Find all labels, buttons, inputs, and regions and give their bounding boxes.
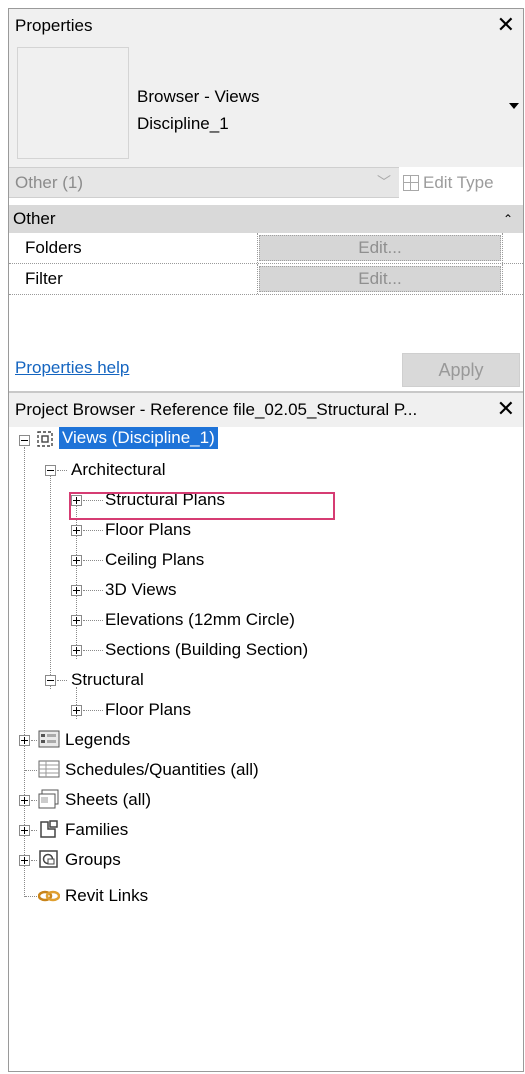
tree-node-revit-links[interactable]: Revit Links: [65, 885, 148, 907]
tree-node-groups[interactable]: Groups: [65, 849, 121, 871]
type-family-name: Browser - Views: [137, 87, 260, 106]
views-icon: [35, 429, 55, 449]
tree-node-3d-views[interactable]: 3D Views: [105, 579, 177, 601]
column-divider: [257, 233, 258, 263]
tree-node-elevations[interactable]: Elevations (12mm Circle): [105, 609, 295, 631]
tree-line: [57, 680, 67, 681]
tree-line: [31, 830, 37, 831]
expand-toggle-icon[interactable]: [71, 585, 82, 596]
properties-title: Properties: [15, 16, 93, 35]
tree-line: [83, 590, 103, 591]
collapse-toggle-icon[interactable]: [45, 675, 56, 686]
tree-root-views[interactable]: Views (Discipline_1): [59, 427, 218, 449]
column-divider: [502, 264, 503, 294]
browser-close-icon[interactable]: ✕: [497, 396, 515, 422]
apply-button[interactable]: Apply: [402, 353, 520, 387]
type-name-value: Discipline_1: [137, 114, 229, 133]
tree-node-architectural[interactable]: Architectural: [71, 459, 165, 481]
column-divider: [502, 233, 503, 263]
properties-title-bar: Properties ✕: [9, 9, 523, 43]
tree-node-structural-floor-plans[interactable]: Floor Plans: [105, 699, 191, 721]
tree-node-sections[interactable]: Sections (Building Section): [105, 639, 308, 661]
type-preview-image: [17, 47, 129, 159]
param-row-filter: Filter Edit...: [9, 264, 523, 295]
highlight-annotation-box: [69, 492, 335, 520]
type-name: Browser - Views Discipline_1: [137, 83, 260, 137]
param-label: Filter: [25, 269, 63, 288]
edit-type-label: Edit Type: [423, 172, 494, 192]
properties-and-browser-panel: Properties ✕ Browser - Views Discipline_…: [8, 8, 524, 1072]
tree-line: [83, 530, 103, 531]
collapse-toggle-icon[interactable]: [45, 465, 56, 476]
instance-filter-dropdown[interactable]: Other (1) ﹀: [9, 167, 399, 198]
tree-node-ceiling-plans[interactable]: Ceiling Plans: [105, 549, 204, 571]
tree-line: [83, 650, 103, 651]
tree-line: [31, 860, 37, 861]
param-group-label: Other: [13, 209, 56, 228]
instance-filter-value: Other (1): [15, 173, 84, 192]
param-row-folders: Folders Edit...: [9, 233, 523, 264]
tree-line: [83, 620, 103, 621]
expand-toggle-icon[interactable]: [71, 705, 82, 716]
families-icon: [38, 819, 60, 844]
tree-node-structural[interactable]: Structural: [71, 669, 144, 691]
tree-line: [25, 896, 37, 897]
expand-toggle-icon[interactable]: [19, 825, 30, 836]
param-label: Folders: [25, 238, 82, 257]
filter-edit-button[interactable]: Edit...: [259, 266, 501, 292]
chevron-down-icon: ﹀: [377, 174, 391, 190]
tree-line: [83, 560, 103, 561]
tree-node-floor-plans[interactable]: Floor Plans: [105, 519, 191, 541]
column-divider: [257, 264, 258, 294]
sheets-icon: [38, 789, 60, 814]
expand-toggle-icon[interactable]: [19, 795, 30, 806]
project-browser-title: Project Browser - Reference file_02.05_S…: [15, 400, 418, 419]
expand-toggle-icon[interactable]: [19, 735, 30, 746]
tree-line: [31, 800, 37, 801]
expand-toggle-icon[interactable]: [71, 525, 82, 536]
tree-line: [83, 710, 103, 711]
groups-icon: [38, 849, 60, 874]
properties-close-icon[interactable]: ✕: [497, 12, 515, 38]
revit-links-icon: [37, 887, 61, 910]
tree-line: [50, 475, 51, 689]
tree-line: [57, 470, 67, 471]
tree-line: [31, 740, 37, 741]
collapse-toggle-icon[interactable]: [19, 435, 30, 446]
expand-toggle-icon[interactable]: [71, 645, 82, 656]
type-dropdown-arrow-icon[interactable]: [509, 103, 519, 109]
edit-type-icon: [403, 174, 419, 191]
tree-node-schedules[interactable]: Schedules/Quantities (all): [65, 759, 259, 781]
collapse-chevron-icon[interactable]: ⌃: [503, 205, 513, 233]
edit-type-button[interactable]: Edit Type: [401, 167, 521, 198]
schedules-icon: [38, 759, 60, 784]
folders-edit-button[interactable]: Edit...: [259, 235, 501, 261]
expand-toggle-icon[interactable]: [71, 615, 82, 626]
tree-node-families[interactable]: Families: [65, 819, 128, 841]
tree-node-legends[interactable]: Legends: [65, 729, 130, 751]
param-group-other[interactable]: Other ⌃: [9, 205, 523, 233]
expand-toggle-icon[interactable]: [19, 855, 30, 866]
expand-toggle-icon[interactable]: [71, 555, 82, 566]
project-browser-title-bar: Project Browser - Reference file_02.05_S…: [9, 393, 523, 427]
tree-node-sheets[interactable]: Sheets (all): [65, 789, 151, 811]
tree-line: [25, 770, 37, 771]
properties-help-link[interactable]: Properties help: [15, 358, 129, 378]
legends-icon: [38, 729, 60, 754]
type-selector[interactable]: Browser - Views Discipline_1: [9, 43, 523, 167]
